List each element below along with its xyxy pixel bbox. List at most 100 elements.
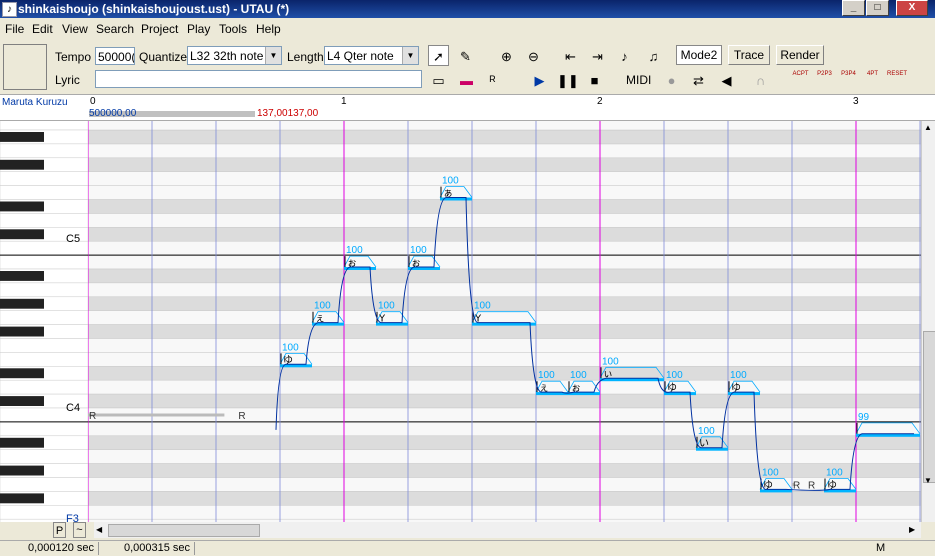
menu-bar: File Edit View Search Project Play Tools… xyxy=(0,19,935,39)
plugin-p2p3-icon[interactable]: P2P3 xyxy=(814,69,835,90)
jump-start-icon[interactable]: ⇤ xyxy=(560,45,581,66)
close-button[interactable]: X xyxy=(896,0,928,16)
tempo-input[interactable]: 50000( xyxy=(95,47,135,65)
menu-play[interactable]: Play xyxy=(187,22,210,36)
chevron-down-icon[interactable]: ▼ xyxy=(402,47,418,64)
piano-white-key[interactable] xyxy=(0,449,88,464)
piano-black-key[interactable] xyxy=(0,298,44,309)
menu-help[interactable]: Help xyxy=(256,22,281,36)
play-icon[interactable]: ▶ xyxy=(529,69,550,90)
piano-white-key[interactable] xyxy=(0,310,88,325)
scroll-up-icon[interactable]: ▲ xyxy=(924,123,932,132)
mode2-button[interactable]: Mode2 xyxy=(676,45,722,65)
plugin-reset-icon[interactable]: RESET xyxy=(886,69,907,90)
vertical-scrollbar[interactable]: ▲ ▼ xyxy=(921,121,935,522)
pencil-tool-icon[interactable]: ✎ xyxy=(455,45,476,66)
piano-black-key[interactable] xyxy=(0,368,44,379)
piano-black-key[interactable] xyxy=(0,465,44,476)
length-select[interactable]: L4 Qter note ▼ xyxy=(324,46,419,65)
insert-envelope-icon[interactable]: ▬ xyxy=(456,69,477,90)
record-icon[interactable]: ● xyxy=(661,69,682,90)
plugin-p3p4-icon[interactable]: P3P4 xyxy=(838,69,859,90)
chevron-down-icon[interactable]: ▼ xyxy=(265,47,281,64)
piano-keyboard[interactable]: C5 C4 F3 xyxy=(0,121,88,522)
roll-row xyxy=(88,254,921,270)
lyric-input[interactable] xyxy=(95,70,422,88)
piano-white-key[interactable] xyxy=(0,282,88,298)
headphone-icon[interactable]: ∩ xyxy=(750,69,771,90)
arrow-tool-icon[interactable]: ➚ xyxy=(428,45,449,66)
roll-row xyxy=(88,282,921,298)
roll-row xyxy=(88,352,921,367)
insert-r-icon[interactable]: ᴿ xyxy=(482,69,503,90)
tilde-button[interactable]: ~ xyxy=(73,522,86,538)
piano-roll[interactable]: R R 100 ゆ 100 ぇ 100 ぉ 100 Y 100 ぉ 100 ぁ 100 Y 100 ぇ 100 ぉ 10… xyxy=(88,121,921,522)
roll-row xyxy=(88,505,921,520)
horizontal-scroll-thumb[interactable] xyxy=(108,524,260,537)
minimize-button[interactable]: _ xyxy=(842,0,865,16)
vertical-scroll-thumb[interactable] xyxy=(923,331,935,483)
piano-black-key[interactable] xyxy=(0,159,44,170)
insert-rest-icon[interactable]: ▭ xyxy=(428,69,449,90)
piano-white-key[interactable] xyxy=(0,477,88,492)
measure-0: 0 xyxy=(90,96,96,107)
piano-black-key[interactable] xyxy=(0,493,44,504)
roll-row xyxy=(88,435,921,450)
render-button[interactable]: Render xyxy=(776,45,824,65)
piano-black-key[interactable] xyxy=(0,271,44,281)
pause-icon[interactable]: ❚❚ xyxy=(556,69,579,90)
zoom-out-icon[interactable]: ⊖ xyxy=(523,45,544,66)
piano-white-key[interactable] xyxy=(0,379,88,395)
roll-row xyxy=(88,199,921,214)
split-note-icon[interactable]: ♫ xyxy=(643,45,664,66)
maximize-button[interactable]: □ xyxy=(866,0,889,16)
zoom-in-icon[interactable]: ⊕ xyxy=(496,45,517,66)
scroll-right-icon[interactable]: ▶ xyxy=(909,525,915,534)
piano-black-key[interactable] xyxy=(0,229,44,240)
piano-white-key[interactable] xyxy=(0,213,88,228)
roll-row xyxy=(88,227,921,242)
note-velocity: 100 xyxy=(730,370,747,381)
menu-project[interactable]: Project xyxy=(141,22,178,36)
length-label: Length xyxy=(287,50,324,64)
stop-icon[interactable]: ■ xyxy=(584,69,605,90)
piano-white-key[interactable] xyxy=(0,352,88,367)
piano-white-key[interactable] xyxy=(0,121,88,131)
menu-file[interactable]: File xyxy=(5,22,24,36)
singer-name[interactable]: Maruta Kuruzu xyxy=(2,97,68,108)
plugin-reset-label: RESET xyxy=(887,71,908,77)
quantize-value: L32 32th note xyxy=(190,49,264,63)
menu-tools[interactable]: Tools xyxy=(219,22,247,36)
piano-white-key[interactable] xyxy=(0,421,88,437)
piano-black-key[interactable] xyxy=(0,132,44,142)
piano-black-key[interactable] xyxy=(0,326,44,337)
scroll-down-icon[interactable]: ▼ xyxy=(924,476,932,485)
p-button[interactable]: P xyxy=(53,522,66,538)
piano-black-key[interactable] xyxy=(0,396,44,406)
piano-white-key[interactable] xyxy=(0,338,88,353)
piano-white-key[interactable] xyxy=(0,254,88,270)
loop-icon[interactable]: ⇄ xyxy=(688,69,709,90)
jump-end-icon[interactable]: ⇥ xyxy=(587,45,608,66)
quantize-select[interactable]: L32 32th note ▼ xyxy=(187,46,282,65)
trace-button[interactable]: Trace xyxy=(728,45,770,65)
piano-black-key[interactable] xyxy=(0,201,44,212)
speaker-icon[interactable]: ◀ xyxy=(716,69,737,90)
piano-white-key[interactable] xyxy=(0,143,88,159)
menu-edit[interactable]: Edit xyxy=(32,22,53,36)
insert-note-icon[interactable]: ♪ xyxy=(614,45,635,66)
horizontal-scrollbar[interactable]: ◀ ▶ xyxy=(94,522,921,538)
piano-white-key[interactable] xyxy=(0,171,88,186)
scroll-left-icon[interactable]: ◀ xyxy=(96,525,102,534)
piano-roll-canvas[interactable]: R R100ゆ100ぇ100ぉ100Y100ぉ100ぁ100Y100ぇ100ぉ10… xyxy=(88,121,921,522)
plugin-4pt-icon[interactable]: 4PT xyxy=(862,69,883,90)
piano-keys[interactable] xyxy=(0,121,88,522)
rest-lyric: R xyxy=(89,411,96,422)
plugin-acpt-icon[interactable]: ACPT xyxy=(790,69,811,90)
length-value: L4 Qter note xyxy=(327,49,394,63)
menu-search[interactable]: Search xyxy=(96,22,134,36)
piano-black-key[interactable] xyxy=(0,437,44,448)
timeline-ruler[interactable]: Maruta Kuruzu 0 1 2 3 500000,00 137,0013… xyxy=(0,94,935,121)
piano-white-key[interactable] xyxy=(0,185,88,200)
menu-view[interactable]: View xyxy=(62,22,88,36)
